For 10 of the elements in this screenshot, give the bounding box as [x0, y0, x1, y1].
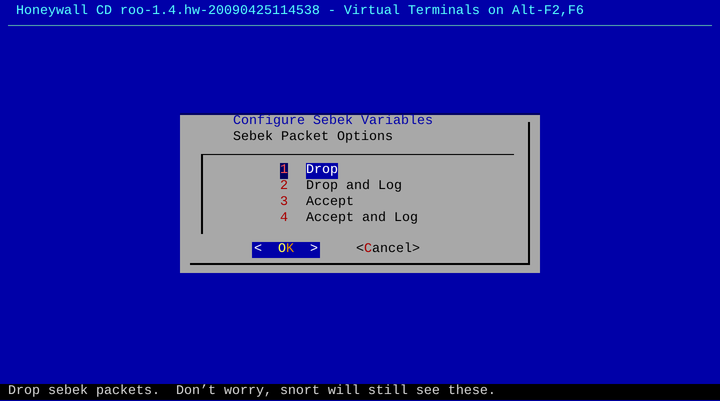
- screen-title: Honeywall CD roo-1.4.hw-20090425114538 - Virtual Terminals on Alt-F2,F6: [16, 4, 584, 19]
- menu-item[interactable]: 3 Accept: [280, 195, 514, 211]
- menu-item[interactable]: 4 Accept and Log: [280, 211, 514, 227]
- dialog-button[interactable]: < OK >: [252, 242, 320, 258]
- menu-item[interactable]: 1 Drop: [280, 163, 514, 179]
- status-text: Drop sebek packets. Don’t worry, snort will still see these.: [8, 384, 496, 399]
- dialog-button[interactable]: <Cancel>: [356, 242, 420, 258]
- dialog-title: Configure Sebek Variables: [233, 114, 433, 130]
- dialog-prompt: Sebek Packet Options: [233, 130, 394, 146]
- menu-item[interactable]: 2 Drop and Log: [280, 179, 514, 195]
